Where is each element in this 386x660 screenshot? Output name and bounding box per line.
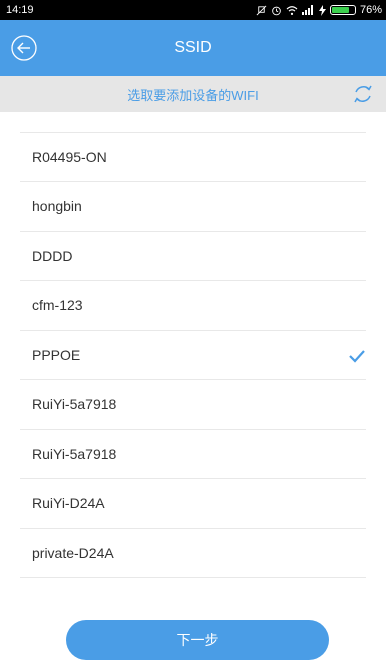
ssid-name: cfm-123 — [32, 297, 83, 314]
ssid-list-item[interactable]: RuiYi-5a7918 — [20, 380, 366, 430]
ssid-list-item[interactable]: RuiYi-D24A — [20, 479, 366, 529]
status-icons: 76% — [256, 4, 382, 16]
ssid-name: RuiYi-5a7918 — [32, 396, 117, 413]
wifi-icon — [286, 5, 298, 15]
ssid-name: private-D24A — [32, 544, 114, 561]
hint-bar: 选取要添加设备的WIFI — [0, 76, 386, 112]
ssid-list-item[interactable]: RuiYi-5a7918 — [20, 430, 366, 479]
battery-icon — [329, 5, 356, 15]
refresh-icon[interactable] — [352, 83, 374, 105]
back-arrow-icon[interactable] — [10, 34, 38, 62]
ssid-list-item[interactable]: private-D24A — [20, 529, 366, 578]
ssid-list-item[interactable]: R04495-ON — [20, 133, 366, 182]
ssid-name: RuiYi-D24A — [32, 495, 105, 512]
ssid-name: PPPOE — [32, 346, 81, 363]
ssid-name: RuiYi-5a7918 — [32, 445, 117, 462]
charging-icon — [318, 4, 326, 16]
page-title: SSID — [174, 39, 212, 56]
next-button[interactable]: 下一步 — [66, 620, 329, 660]
check-icon — [349, 349, 365, 363]
ssid-name: R04495-ON — [32, 148, 107, 165]
ssid-list-item[interactable]: DDDD — [20, 232, 366, 281]
status-time: 14:19 — [6, 4, 34, 16]
hint-text: 选取要添加设备的WIFI — [127, 87, 259, 103]
ssid-list-item[interactable]: PPPOE — [20, 331, 366, 380]
ssid-name: hongbin — [32, 198, 82, 215]
ssid-list: cacaR04495-ONhongbinDDDDcfm-123PPPOERuiY… — [0, 83, 386, 578]
title-bar: SSID — [0, 20, 386, 76]
signal-icon — [301, 5, 313, 15]
mute-icon — [256, 5, 267, 15]
ssid-list-item[interactable]: hongbin — [20, 182, 366, 232]
status-bar: 14:19 76% — [0, 0, 386, 20]
battery-percent: 76% — [359, 4, 382, 16]
ssid-name: DDDD — [32, 247, 73, 264]
ssid-list-item[interactable]: cfm-123 — [20, 281, 366, 331]
alarm-icon — [272, 6, 281, 15]
